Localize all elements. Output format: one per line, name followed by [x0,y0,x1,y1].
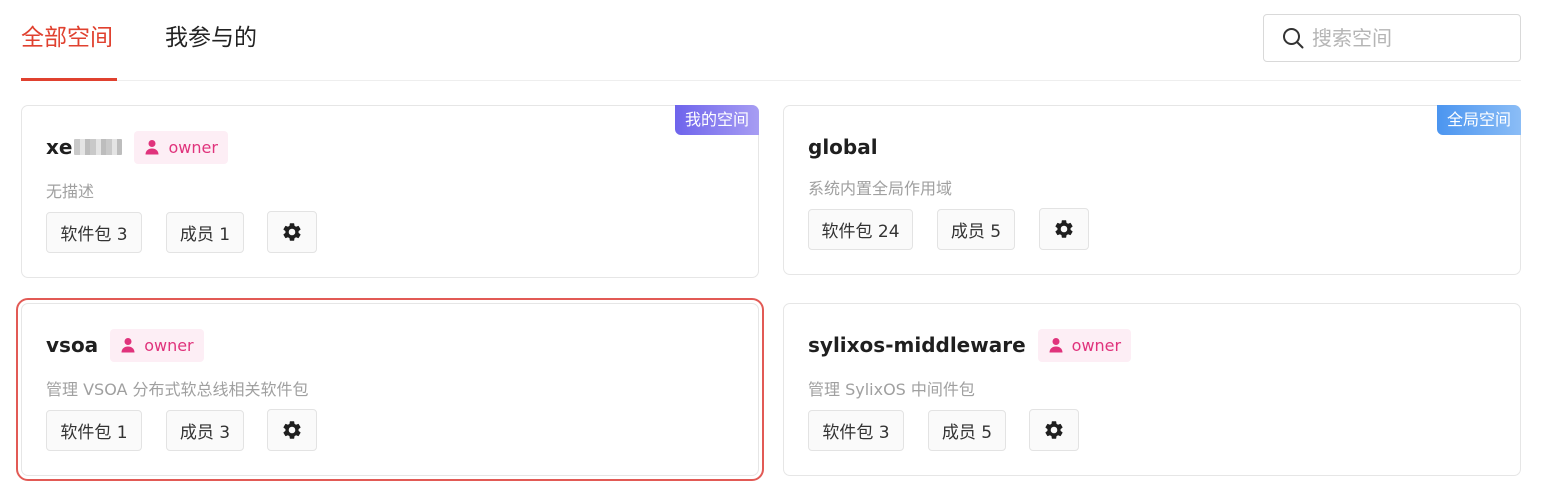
space-name[interactable]: sylixos-middleware [808,333,1026,357]
member-count[interactable]: 成员 1 [166,212,244,253]
search-icon [1283,28,1304,49]
space-card[interactable]: 全局空间 global 系统内置全局作用域 软件包 24 成员 5 [783,105,1521,275]
role-label: owner [168,137,218,157]
settings-button[interactable] [1029,409,1079,451]
obscured-name-mask [74,139,123,155]
package-count[interactable]: 软件包 1 [46,410,142,451]
role-tag: owner [134,130,228,164]
gear-icon [1055,220,1073,238]
package-count[interactable]: 软件包 3 [46,212,142,253]
member-count[interactable]: 成员 3 [166,410,244,451]
gear-icon [1045,421,1063,439]
package-count[interactable]: 软件包 3 [808,410,904,451]
user-icon [121,338,135,353]
search-input[interactable] [1312,26,1512,50]
search-box[interactable] [1263,14,1521,62]
global-space-badge: 全局空间 [1436,105,1521,135]
tab-all-spaces[interactable]: 全部空间 [21,22,113,54]
role-tag: owner [1037,328,1132,362]
tab-joined-spaces[interactable]: 我参与的 [165,22,257,54]
space-card-selected[interactable]: vsoa owner 管理 VSOA 分布式软总线相关软件包 软件包 1 成员 … [16,298,764,481]
user-icon [1049,338,1063,353]
space-card[interactable]: sylixos-middleware owner 管理 SylixOS 中间件包… [783,303,1521,476]
role-label: owner [1071,335,1122,355]
active-tab-indicator [21,78,117,81]
space-description: 管理 VSOA 分布式软总线相关软件包 [46,380,309,399]
space-card[interactable]: 我的空间 xe owner 无描述 软件包 3 成员 1 [21,105,759,278]
settings-button[interactable] [267,211,317,253]
gear-icon [283,421,301,439]
space-name[interactable]: xe [46,135,72,159]
role-label: owner [144,335,194,355]
my-space-badge: 我的空间 [674,105,759,135]
settings-button[interactable] [1039,208,1089,250]
space-description: 管理 SylixOS 中间件包 [808,380,975,399]
role-tag: owner [110,328,204,362]
user-icon [145,140,159,155]
space-name[interactable]: vsoa [46,333,98,357]
space-description: 系统内置全局作用域 [808,179,953,198]
package-count[interactable]: 软件包 24 [808,209,913,250]
member-count[interactable]: 成员 5 [928,410,1006,451]
gear-icon [283,223,301,241]
member-count[interactable]: 成员 5 [937,209,1015,250]
space-description: 无描述 [46,182,95,201]
space-name[interactable]: global [808,135,878,159]
settings-button[interactable] [267,409,317,451]
